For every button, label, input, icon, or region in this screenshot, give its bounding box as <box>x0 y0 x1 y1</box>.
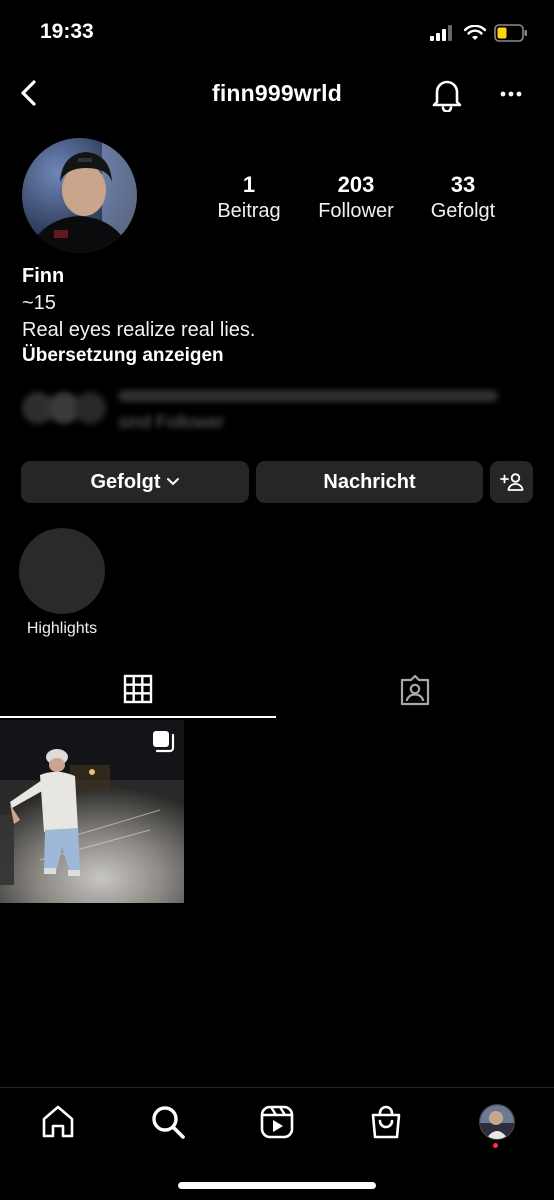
show-translation-link[interactable]: Übersetzung anzeigen <box>22 345 224 367</box>
following-button-label: Gefolgt <box>90 470 161 493</box>
tagged-tab-icon[interactable] <box>399 674 431 706</box>
profile-avatar[interactable] <box>22 138 137 253</box>
profile-nav-avatar[interactable] <box>479 1104 515 1140</box>
profile-nav-photo <box>480 1105 514 1139</box>
message-button-label: Nachricht <box>323 470 416 493</box>
search-icon[interactable] <box>150 1104 186 1140</box>
stat-posts-value: 1 <box>242 172 256 197</box>
bottom-nav-divider <box>0 1087 554 1088</box>
chevron-down-icon <box>166 478 179 486</box>
reels-icon[interactable] <box>259 1104 295 1140</box>
battery-icon <box>494 24 527 42</box>
stat-following[interactable]: 33 Gefolgt <box>420 172 506 224</box>
highlight-circle[interactable] <box>19 528 105 614</box>
stat-following-value: 33 <box>450 172 476 197</box>
wifi-icon <box>464 25 486 40</box>
suggested-accounts-button[interactable] <box>490 461 533 503</box>
bio-line-age: ~15 <box>22 292 56 314</box>
message-button[interactable]: Nachricht <box>256 461 483 503</box>
add-person-icon <box>499 473 523 491</box>
stat-posts-label: Beitrag <box>217 200 281 222</box>
home-indicator[interactable] <box>178 1182 376 1189</box>
carousel-multiple-icon <box>153 731 175 753</box>
stat-following-label: Gefolgt <box>430 200 496 222</box>
shop-icon[interactable] <box>368 1104 404 1140</box>
active-tab-indicator <box>0 716 276 718</box>
bio-line-quote: Real eyes realize real lies. <box>22 319 256 341</box>
followed-by-text: sind Follower <box>118 412 225 432</box>
notification-bell-icon[interactable] <box>430 76 464 112</box>
stat-followers-label: Follower <box>318 200 394 222</box>
post-thumbnail[interactable] <box>0 720 184 903</box>
profile-username: finn999wrld <box>211 80 342 106</box>
highlight-label: Highlights <box>26 620 98 637</box>
followed-by-row[interactable]: sind Follower <box>18 388 518 438</box>
notification-dot <box>493 1143 498 1148</box>
stat-followers-value: 203 <box>337 172 375 197</box>
followed-by-names <box>118 390 498 402</box>
more-options-icon[interactable] <box>496 82 526 106</box>
stat-followers[interactable]: 203 Follower <box>308 172 404 224</box>
following-button[interactable]: Gefolgt <box>21 461 249 503</box>
home-icon[interactable] <box>40 1104 76 1140</box>
stat-posts[interactable]: 1 Beitrag <box>209 172 289 224</box>
profile-display-name: Finn <box>22 265 65 287</box>
status-time: 19:33 <box>40 20 94 43</box>
cellular-signal-icon <box>430 25 452 41</box>
status-icons <box>430 24 528 42</box>
avatar-photo <box>22 138 137 253</box>
follower-avatars <box>22 392 106 424</box>
grid-tab-icon[interactable] <box>123 674 153 704</box>
